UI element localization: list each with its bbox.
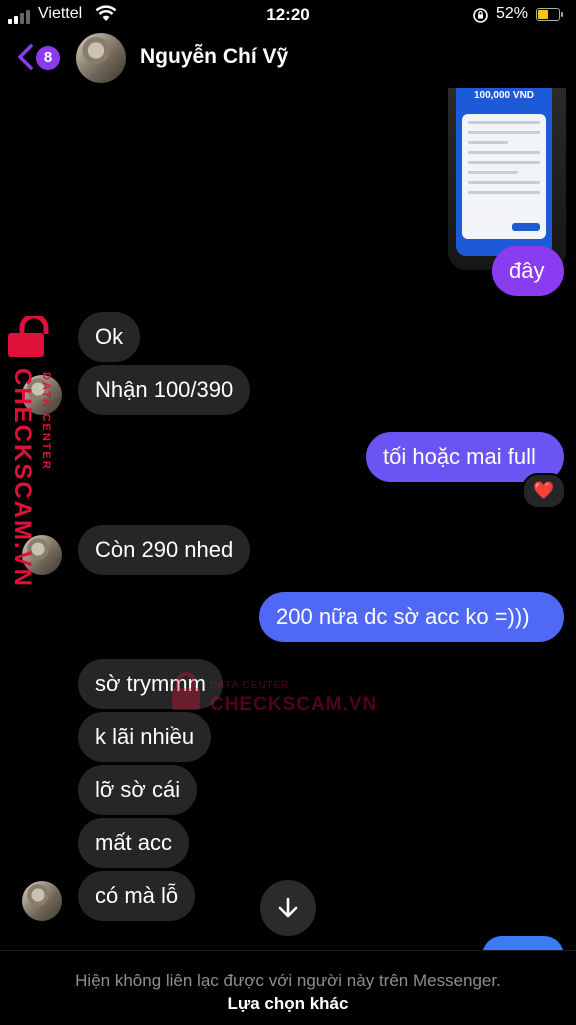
message-bubble-incoming[interactable]: Nhận 100/390 (78, 365, 251, 415)
unavailable-notice: Hiện không liên lạc được với người này t… (75, 971, 501, 990)
battery-percentage: 52% (496, 5, 529, 22)
lock-icon (172, 672, 200, 710)
scroll-to-bottom-button[interactable] (260, 880, 316, 936)
battery-icon (536, 8, 563, 21)
sender-avatar[interactable] (22, 881, 62, 921)
contact-avatar[interactable] (76, 33, 126, 83)
message-bubble-outgoing[interactable]: 200 nữa dc sờ acc ko =))) (259, 592, 564, 642)
image-attachment[interactable]: 100,000 VND (448, 88, 566, 270)
heart-reaction[interactable]: ❤️ (522, 473, 566, 509)
lock-icon (8, 316, 49, 357)
back-button[interactable]: 8 (16, 42, 68, 74)
message-bubble-incoming[interactable]: có mà lỗ (78, 871, 196, 921)
chevron-left-icon (18, 44, 33, 70)
unread-badge: 8 (36, 46, 60, 70)
orientation-lock-icon (472, 7, 489, 29)
transfer-screenshot: 100,000 VND (456, 88, 552, 256)
message-bubble-incoming[interactable]: mất acc (78, 818, 190, 868)
message-bubble-incoming[interactable]: Còn 290 nhed (78, 525, 251, 575)
message-bubble-incoming[interactable]: Ok (78, 312, 141, 362)
watermark-center: DATA CENTER CHECKSCAM.VN (168, 672, 376, 722)
message-bubble-incoming[interactable]: lỡ sờ cái (78, 765, 198, 815)
clock: 12:20 (266, 5, 310, 24)
watermark-sub: DATA CENTER (40, 372, 52, 471)
watermark-logo: CHECKSCAM.VN DATA CENTER (6, 316, 66, 588)
conversation-header: 8 Nguyễn Chí Vỹ (0, 30, 576, 86)
message-bubble-outgoing[interactable]: đây (492, 246, 564, 296)
other-options-link[interactable]: Lựa chọn khác (0, 994, 576, 1014)
watermark-brand: CHECKSCAM.VN (210, 694, 378, 715)
transfer-amount: 100,000 VND (473, 90, 535, 101)
contact-name[interactable]: Nguyễn Chí Vỹ (140, 45, 288, 69)
arrow-down-icon (278, 897, 298, 918)
watermark-sub: DATA CENTER (210, 680, 290, 691)
footer-notice-bar: Hiện không liên lạc được với người này t… (0, 950, 576, 1025)
status-bar: Viettel 12:20 52% (0, 0, 576, 30)
watermark-brand: CHECKSCAM.VN (9, 368, 36, 589)
